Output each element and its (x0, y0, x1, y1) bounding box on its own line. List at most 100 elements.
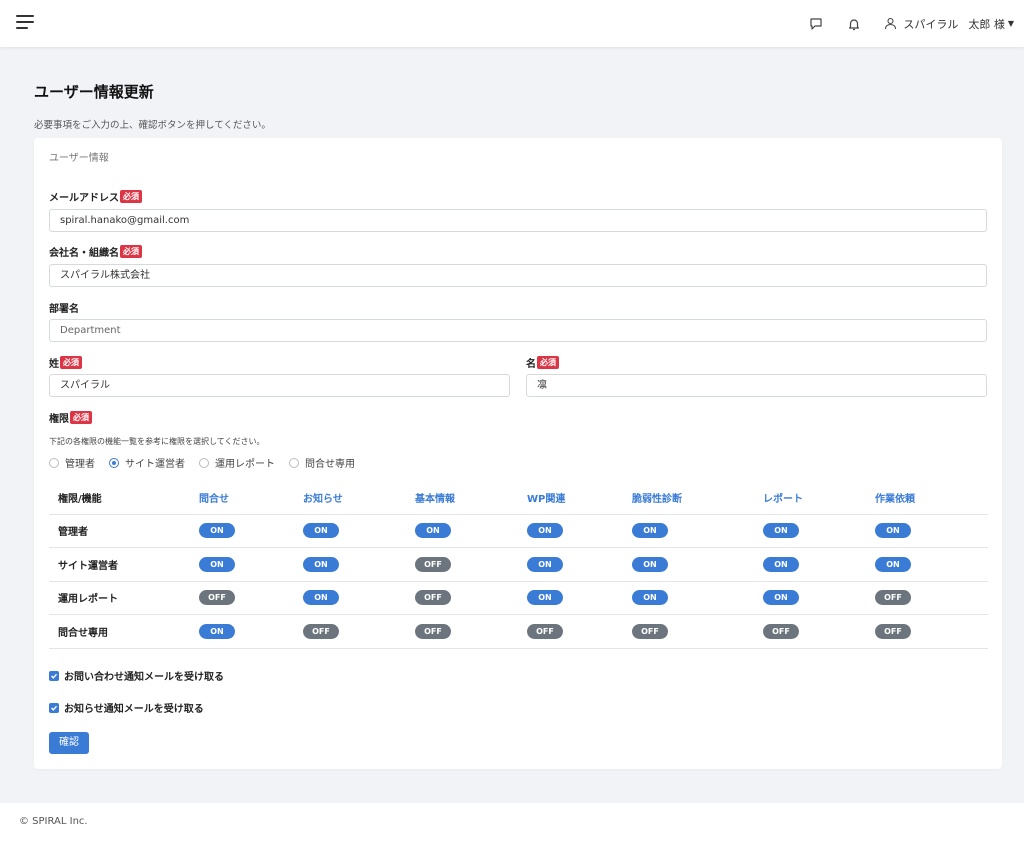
permission-cell: OFF (415, 581, 527, 615)
required-badge: 必須 (537, 356, 559, 369)
permission-toggle[interactable]: ON (199, 556, 235, 572)
table-row: 運用レポート OFF ON OFF ON ON ON OFF (49, 581, 988, 615)
checkbox-label: お知らせ通知メールを受け取る (64, 704, 204, 715)
required-badge: 必須 (70, 411, 92, 424)
permission-toggle[interactable]: ON (763, 590, 799, 606)
permissions-table-body: 管理者 ON ON ON ON ON ON ON サイト運営者 ON ON OFF ON ON ON ON 運用… (49, 514, 988, 649)
radio-label: 管理者 (65, 459, 95, 470)
radio-report[interactable]: 運用レポート (199, 455, 275, 470)
permission-cell: ON (632, 581, 763, 615)
copyright: © SPIRAL Inc. (19, 816, 88, 827)
hamburger-icon[interactable] (16, 15, 34, 29)
page-title: ユーザー情報更新 (34, 83, 154, 101)
permission-toggle[interactable]: OFF (415, 623, 451, 639)
permission-toggle[interactable]: ON (632, 590, 668, 606)
company-label: 会社名・組織名 必須 (49, 244, 142, 259)
permission-toggle[interactable]: ON (763, 556, 799, 572)
last-name-label-text: 姓 (49, 359, 59, 370)
radio-circle (199, 457, 209, 468)
chat-icon[interactable] (808, 16, 824, 32)
permission-toggle[interactable]: ON (875, 523, 911, 539)
radio-admin[interactable]: 管理者 (49, 455, 95, 470)
permission-toggle[interactable]: ON (527, 556, 563, 572)
permission-toggle[interactable]: ON (527, 590, 563, 606)
permission-toggle[interactable]: ON (303, 590, 339, 606)
permission-toggle[interactable]: ON (415, 523, 451, 539)
permission-cell: OFF (527, 614, 632, 649)
first-name-label: 名必須 (526, 355, 559, 370)
permission-cell: ON (875, 547, 988, 582)
permission-toggle[interactable]: OFF (875, 590, 911, 606)
permission-toggle[interactable]: ON (763, 523, 799, 539)
permission-toggle[interactable]: ON (875, 556, 911, 572)
column-header: 作業依頼 (875, 481, 988, 515)
table-row: サイト運営者 ON ON OFF ON ON ON ON (49, 547, 988, 582)
permission-toggle[interactable]: ON (632, 523, 668, 539)
permission-toggle[interactable]: ON (199, 523, 235, 539)
company-field[interactable]: スパイラル株式会社 (49, 264, 987, 287)
permissions-table: 権限/機能 問合せ お知らせ 基本情報 WP関連 脆弱性診断 レポート 作業依頼… (49, 481, 988, 649)
checkbox-label: お問い合わせ通知メールを受け取る (64, 672, 224, 683)
permission-cell: ON (763, 514, 875, 548)
company-label-text: 会社名・組織名 (49, 248, 119, 259)
permission-cell: OFF (632, 614, 763, 649)
permission-toggle[interactable]: OFF (527, 623, 563, 639)
permission-cell: OFF (875, 614, 988, 649)
inquiry-mail-checkbox[interactable]: お問い合わせ通知メールを受け取る (49, 668, 224, 683)
permission-toggle[interactable]: OFF (415, 590, 451, 606)
role-name-cell: サイト運営者 (49, 547, 199, 582)
chevron-down-icon: ▼ (1007, 19, 1014, 28)
role-name-cell: 運用レポート (49, 581, 199, 615)
permission-toggle[interactable]: OFF (875, 623, 911, 639)
role-label: 権限 必須 (49, 410, 92, 425)
permission-toggle[interactable]: ON (527, 523, 563, 539)
permission-cell: ON (199, 514, 303, 548)
radio-inquiry-only[interactable]: 問合せ専用 (289, 455, 355, 470)
permission-cell: OFF (199, 581, 303, 615)
permission-toggle[interactable]: ON (199, 623, 235, 639)
permission-toggle[interactable]: OFF (632, 623, 668, 639)
permission-cell: OFF (763, 614, 875, 649)
permission-cell: OFF (415, 614, 527, 649)
permission-cell: ON (527, 547, 632, 582)
email-label: メールアドレス 必須 (49, 189, 142, 204)
permission-toggle[interactable]: OFF (763, 623, 799, 639)
column-header: お知らせ (303, 481, 415, 515)
column-header: 権限/機能 (49, 481, 199, 515)
last-name-field[interactable]: スパイラル (49, 374, 510, 397)
news-mail-checkbox[interactable]: お知らせ通知メールを受け取る (49, 700, 204, 715)
department-field[interactable]: Department (49, 319, 987, 342)
radio-site-operator[interactable]: サイト運営者 (109, 455, 185, 470)
permission-cell: ON (875, 514, 988, 548)
user-name: 太郎 様 (968, 17, 1005, 31)
table-row: 問合せ専用 ON OFF OFF OFF OFF OFF OFF (49, 614, 988, 649)
permission-toggle[interactable]: ON (632, 556, 668, 572)
checkbox-checked-icon (49, 702, 59, 713)
bell-icon[interactable] (846, 16, 862, 32)
footer: © SPIRAL Inc. (0, 803, 1024, 841)
required-badge: 必須 (120, 245, 142, 258)
user-info-form: ユーザー情報 メールアドレス 必須 spiral.hanako@gmail.com… (34, 138, 1002, 769)
first-name-field[interactable]: 凛 (526, 374, 987, 397)
permission-cell: OFF (303, 614, 415, 649)
permission-toggle[interactable]: OFF (199, 590, 235, 606)
section-title: ユーザー情報 (49, 153, 109, 164)
permission-cell: ON (527, 581, 632, 615)
role-name-cell: 問合せ専用 (49, 614, 199, 649)
permission-toggle[interactable]: ON (303, 556, 339, 572)
permission-toggle[interactable]: OFF (303, 623, 339, 639)
permission-toggle[interactable]: ON (303, 523, 339, 539)
role-hint: 下記の各権限の機能一覧を参考に権限を選択してください。 (49, 437, 265, 446)
column-header: 脆弱性診断 (632, 481, 763, 515)
email-field[interactable]: spiral.hanako@gmail.com (49, 209, 987, 232)
page-subtitle: 必要事項をご入力の上、確認ボタンを押してください。 (34, 120, 271, 131)
page-header: ユーザー情報更新 必要事項をご入力の上、確認ボタンを押してください。 (34, 70, 1002, 131)
permission-toggle[interactable]: OFF (415, 556, 451, 572)
role-name-cell: 管理者 (49, 514, 199, 548)
user-menu[interactable]: スパイラル 太郎 様 ▼ (884, 16, 1014, 32)
confirm-button[interactable]: 確認 (49, 732, 89, 754)
radio-label: 問合せ専用 (305, 459, 355, 470)
radio-label: サイト運営者 (125, 459, 185, 470)
permission-cell: ON (632, 514, 763, 548)
last-name-label: 姓必須 (49, 355, 82, 370)
